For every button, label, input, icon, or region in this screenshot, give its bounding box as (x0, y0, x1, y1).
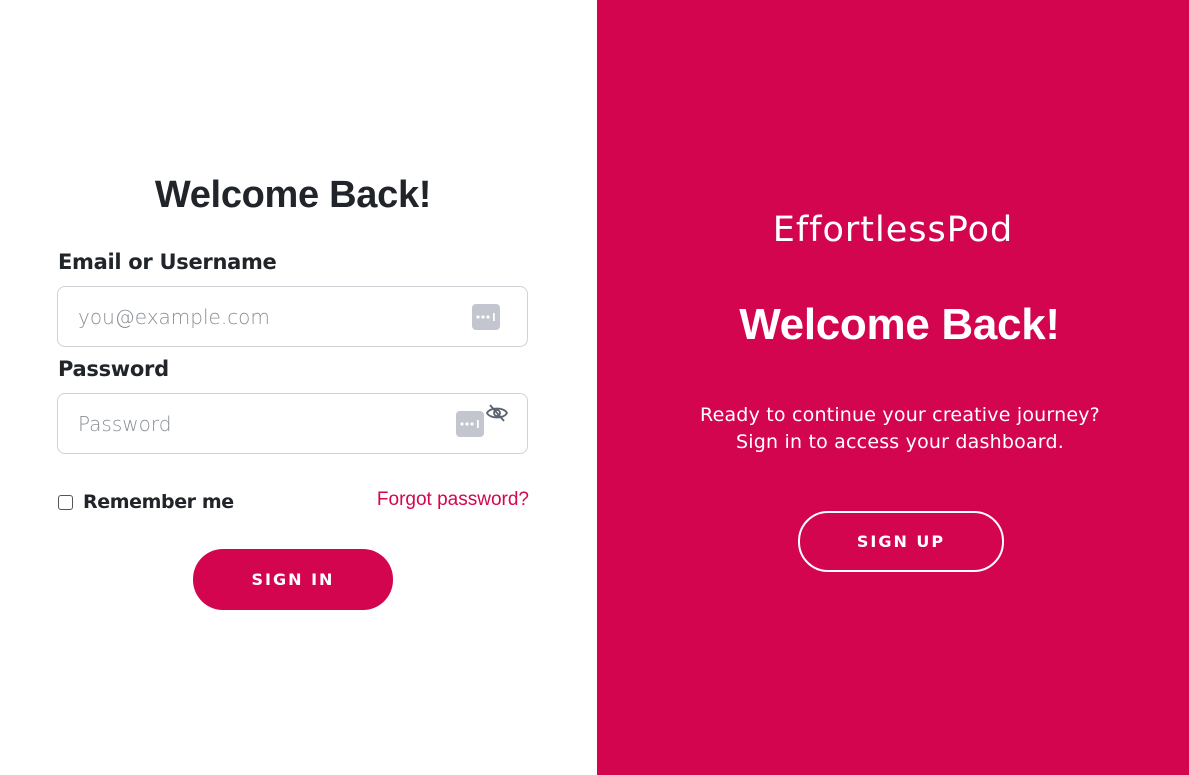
remember-me-label[interactable]: Remember me (83, 491, 234, 513)
password-field-wrapper (57, 393, 528, 454)
eye-slash-icon[interactable] (485, 404, 509, 422)
email-label: Email or Username (58, 250, 277, 274)
sign-in-button[interactable]: SIGN IN (193, 549, 393, 610)
tagline-line: Ready to continue your creative journey? (700, 404, 1100, 426)
email-input[interactable] (58, 287, 527, 346)
promo-title: Welcome Back! (739, 300, 1060, 349)
password-label: Password (58, 357, 169, 381)
login-panel: Welcome Back! Email or Username Password (0, 0, 597, 775)
login-page: Welcome Back! Email or Username Password (0, 0, 1189, 775)
brand-logo: EffortlessPod (597, 210, 1189, 250)
promo-tagline: Ready to continue your creative journey?… (597, 402, 1189, 456)
email-field-wrapper (57, 286, 528, 347)
tagline-line: Sign in to access your dashboard. (736, 431, 1064, 453)
remember-me-checkbox[interactable] (58, 494, 73, 510)
brand-name: EffortlessPod (772, 210, 1014, 250)
password-manager-icon[interactable] (472, 304, 500, 330)
promo-panel: EffortlessPod Welcome Back! Ready to con… (597, 0, 1189, 775)
login-title: Welcome Back! (154, 174, 432, 216)
password-manager-icon[interactable] (456, 411, 484, 437)
remember-me-row: Remember me (58, 491, 234, 513)
sign-up-button[interactable]: SIGN UP (798, 511, 1004, 572)
forgot-password-link[interactable]: Forgot password? (377, 489, 529, 511)
